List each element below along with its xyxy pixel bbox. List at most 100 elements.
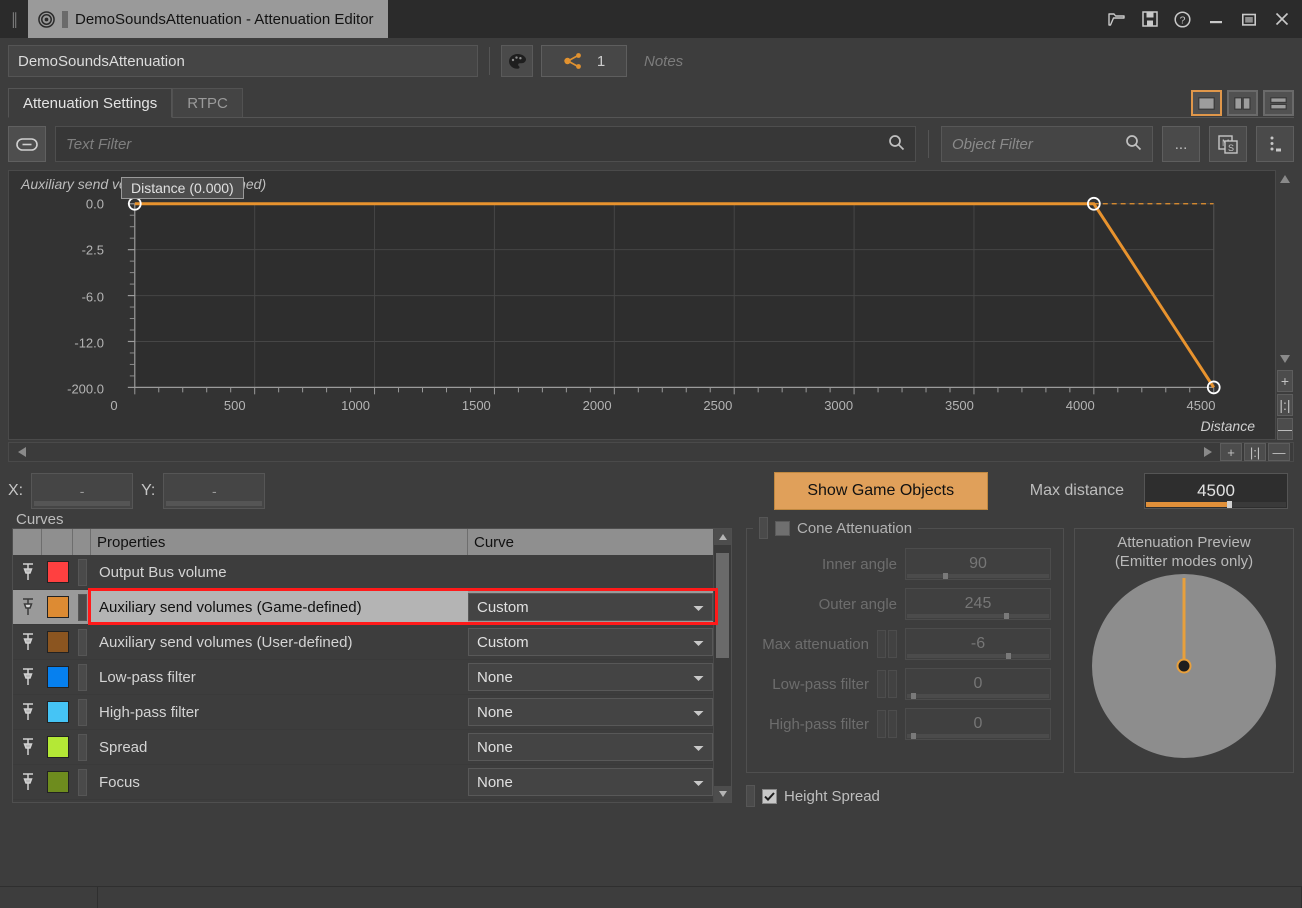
share-button[interactable]: 1: [541, 45, 627, 77]
curve-type-dropdown[interactable]: Custom: [468, 628, 713, 656]
cone-rtpc-grips[interactable]: [877, 670, 897, 698]
height-spread-checkbox[interactable]: [762, 788, 777, 804]
tab-attenuation-settings[interactable]: Attenuation Settings: [8, 88, 173, 118]
layout-single-button[interactable]: [1191, 90, 1222, 116]
cone-rtpc-grips[interactable]: [877, 630, 897, 658]
cone-parameter-field[interactable]: 0: [905, 708, 1051, 740]
document-tab[interactable]: DemoSoundsAttenuation - Attenuation Edit…: [28, 0, 388, 38]
cone-parameter-field[interactable]: 90: [905, 548, 1051, 580]
table-row[interactable]: Output Bus volume: [13, 555, 713, 590]
help-button[interactable]: ?: [1166, 0, 1199, 38]
scroll-left-arrow-icon[interactable]: [12, 443, 32, 461]
text-filter-input[interactable]: Text Filter: [55, 126, 916, 162]
pin-icon[interactable]: [13, 555, 42, 589]
curves-scroll-down-icon[interactable]: [714, 786, 731, 802]
options-menu-button[interactable]: [1256, 126, 1294, 162]
table-row[interactable]: High-pass filter None: [13, 695, 713, 730]
table-row[interactable]: Auxiliary send volumes (User-defined) Cus…: [13, 625, 713, 660]
curve-type-cell[interactable]: None: [468, 765, 713, 799]
max-distance-field[interactable]: 4500: [1144, 473, 1288, 509]
maximize-button[interactable]: [1232, 0, 1265, 38]
pin-icon[interactable]: [13, 590, 42, 624]
close-button[interactable]: [1265, 0, 1298, 38]
pin-icon[interactable]: [13, 660, 42, 694]
notes-field[interactable]: Notes: [635, 45, 1294, 77]
graph-horizontal-scrollbar[interactable]: + |:| —: [8, 442, 1294, 462]
layout-split-horizontal-button[interactable]: [1263, 90, 1294, 116]
graph-hzoom-out-button[interactable]: —: [1268, 443, 1290, 461]
graph-hzoom-fit-button[interactable]: |:|: [1244, 443, 1266, 461]
table-row[interactable]: Focus None: [13, 765, 713, 800]
cone-parameter-field[interactable]: -6: [905, 628, 1051, 660]
attenuation-graph[interactable]: Auxiliary send volumes (Game-defined) Di…: [8, 170, 1276, 440]
search-icon[interactable]: [1125, 134, 1142, 155]
curve-color-swatch[interactable]: [42, 695, 73, 729]
curve-color-swatch[interactable]: [42, 555, 73, 589]
table-row[interactable]: Auxiliary send volumes (Game-defined) Cus…: [13, 590, 713, 625]
graph-zoom-fit-button[interactable]: |:|: [1277, 394, 1293, 416]
pin-icon[interactable]: [13, 730, 42, 764]
curve-type-dropdown[interactable]: Custom: [468, 593, 713, 621]
curves-scroll-track[interactable]: [714, 545, 731, 786]
curve-type-dropdown[interactable]: None: [468, 733, 713, 761]
object-name-field[interactable]: DemoSoundsAttenuation: [8, 45, 478, 77]
x-coordinate-field[interactable]: -: [31, 473, 134, 509]
show-game-objects-button[interactable]: Show Game Objects: [773, 472, 988, 510]
more-menu-button[interactable]: ...: [1162, 126, 1200, 162]
mute-solo-button[interactable]: M S: [1209, 126, 1247, 162]
scroll-down-arrow-icon[interactable]: [1276, 350, 1294, 368]
row-handle[interactable]: [73, 590, 91, 624]
curve-color-swatch[interactable]: [42, 765, 73, 799]
layout-split-vertical-button[interactable]: [1227, 90, 1258, 116]
curve-color-swatch[interactable]: [42, 660, 73, 694]
graph-zoom-in-button[interactable]: +: [1277, 370, 1293, 392]
row-handle[interactable]: [73, 695, 91, 729]
cone-parameter-slider[interactable]: [907, 573, 1049, 579]
row-handle[interactable]: [73, 730, 91, 764]
curve-type-cell[interactable]: Custom: [468, 590, 713, 624]
max-distance-slider[interactable]: [1146, 501, 1286, 508]
curve-color-swatch[interactable]: [42, 625, 73, 659]
row-handle[interactable]: [73, 625, 91, 659]
minimize-button[interactable]: [1199, 0, 1232, 38]
curve-type-cell[interactable]: Custom: [468, 625, 713, 659]
cone-parameter-field[interactable]: 245: [905, 588, 1051, 620]
vscroll-track[interactable]: [1276, 188, 1294, 350]
row-handle[interactable]: [73, 765, 91, 799]
height-spread-drag-grip-icon[interactable]: [746, 785, 755, 807]
open-folder-button[interactable]: [1100, 0, 1133, 38]
tab-rtpc[interactable]: RTPC: [172, 88, 243, 118]
row-handle[interactable]: [73, 660, 91, 694]
curve-type-cell[interactable]: None: [468, 660, 713, 694]
emitter-dot[interactable]: [1176, 658, 1192, 674]
search-icon[interactable]: [888, 134, 905, 155]
pin-icon[interactable]: [13, 765, 42, 799]
curve-type-cell[interactable]: None: [468, 730, 713, 764]
curve-type-dropdown[interactable]: None: [468, 663, 713, 691]
row-handle[interactable]: [73, 555, 91, 589]
cone-attenuation-checkbox[interactable]: [775, 520, 790, 536]
curve-type-cell[interactable]: None: [468, 695, 713, 729]
graph-zoom-out-button[interactable]: —: [1277, 418, 1293, 440]
preview-canvas[interactable]: [1075, 571, 1293, 761]
curve-color-swatch[interactable]: [42, 590, 73, 624]
curves-vertical-scrollbar[interactable]: [713, 529, 731, 802]
table-row[interactable]: Spread None: [13, 730, 713, 765]
table-row[interactable]: Low-pass filter None: [13, 660, 713, 695]
pin-icon[interactable]: [13, 695, 42, 729]
graph-hzoom-in-button[interactable]: +: [1220, 443, 1242, 461]
curve-type-dropdown[interactable]: None: [468, 698, 713, 726]
y-coordinate-field[interactable]: -: [163, 473, 266, 509]
curve-type-dropdown[interactable]: None: [468, 768, 713, 796]
curves-scroll-thumb[interactable]: [716, 553, 729, 658]
link-toggle-button[interactable]: [8, 126, 46, 162]
graph-vertical-scrollbar[interactable]: + |:| —: [1276, 170, 1294, 440]
drag-grip-icon[interactable]: ║: [0, 0, 28, 38]
cone-parameter-slider[interactable]: [907, 693, 1049, 699]
cone-parameter-field[interactable]: 0: [905, 668, 1051, 700]
color-palette-button[interactable]: [501, 45, 533, 77]
curves-scroll-up-icon[interactable]: [714, 529, 731, 545]
object-filter-input[interactable]: Object Filter: [941, 126, 1153, 162]
cone-drag-grip-icon[interactable]: [759, 517, 768, 539]
save-button[interactable]: [1133, 0, 1166, 38]
